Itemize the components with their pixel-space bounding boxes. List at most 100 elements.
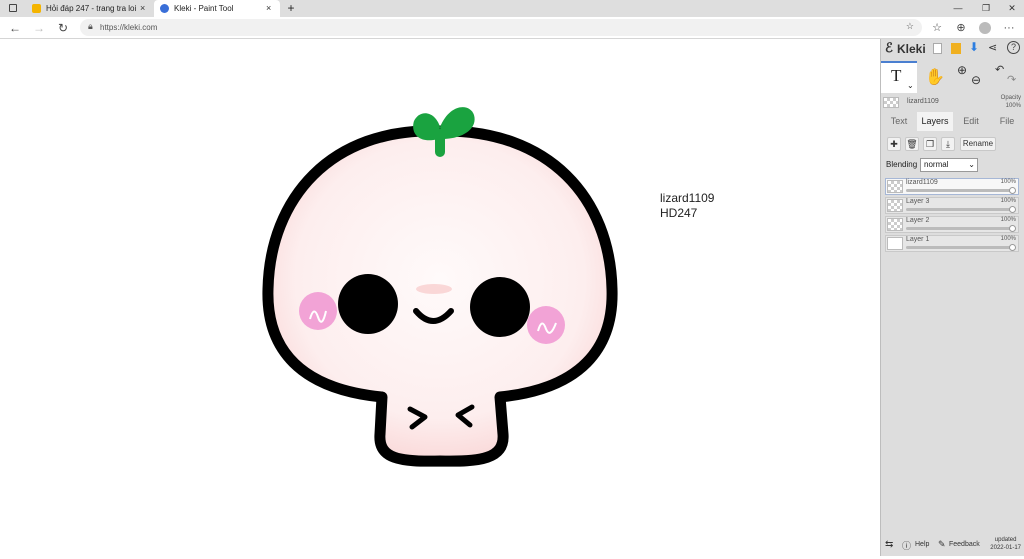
hand-tool-icon[interactable]: ✋: [925, 67, 945, 87]
address-bar[interactable]: 🔒︎ https://kleki.com ☆: [80, 19, 922, 36]
close-tab-icon[interactable]: ×: [266, 0, 271, 17]
blending-label: Blending: [886, 160, 918, 169]
kleki-logo-icon: ℰ: [885, 40, 893, 55]
layer-row[interactable]: Layer 1 100%: [885, 235, 1019, 252]
left-blush: [299, 292, 337, 330]
blending-row: Blending normal ⌄: [881, 158, 1024, 174]
panel-footer: ⇆ ⓘ Help ✎ Feedback updated 2022-01-17: [881, 535, 1024, 556]
redo-icon[interactable]: ↷: [1007, 73, 1016, 86]
rename-layer-button[interactable]: Rename: [960, 137, 996, 151]
share-icon[interactable]: ⋖: [988, 41, 997, 54]
slider-handle[interactable]: [1009, 206, 1016, 213]
layer-opacity-slider[interactable]: [906, 227, 1015, 230]
layer-opacity: 100%: [1000, 217, 1016, 223]
updated-date: 2022-01-17: [990, 545, 1021, 551]
blending-value: normal: [924, 160, 949, 169]
swap-icon[interactable]: ⇆: [885, 539, 893, 550]
chevron-down-icon: ⌄: [907, 81, 914, 90]
new-tab-button[interactable]: +: [284, 0, 298, 17]
tab-kleki[interactable]: Kleki - Paint Tool ×: [154, 0, 280, 17]
new-image-icon[interactable]: [933, 43, 942, 54]
minimize-button[interactable]: —: [944, 0, 972, 17]
layer-opacity: 100%: [1000, 198, 1016, 204]
layer-name: Layer 2: [906, 217, 930, 224]
favorites-icon[interactable]: ☆: [928, 19, 946, 37]
layer-row[interactable]: Layer 3 100%: [885, 197, 1019, 214]
layer-row[interactable]: lizard1109 100%: [885, 178, 1019, 195]
layer-preview-thumb: [883, 97, 899, 108]
tab-title: Kleki - Paint Tool: [174, 4, 234, 13]
tab-actions-button[interactable]: [2, 0, 22, 17]
reload-button[interactable]: ↻: [54, 19, 72, 37]
tab-layers[interactable]: Layers: [917, 112, 953, 131]
layer-opacity-slider[interactable]: [906, 189, 1015, 192]
tab-actions-icon: [9, 4, 17, 12]
layer-opacity-slider[interactable]: [906, 246, 1015, 249]
blending-select[interactable]: normal ⌄: [920, 158, 978, 172]
opacity-label: Opacity: [1000, 95, 1021, 101]
add-layer-button[interactable]: ✚: [887, 137, 901, 151]
layer-opacity: 100%: [1000, 236, 1016, 242]
forward-button[interactable]: →: [30, 19, 48, 37]
text-tool-icon: T: [891, 66, 902, 85]
add-favorite-icon[interactable]: ☆: [906, 21, 914, 32]
tab-edit[interactable]: Edit: [953, 112, 989, 131]
kleki-logo: Kleki: [897, 42, 926, 56]
tab-file[interactable]: File: [989, 112, 1024, 131]
merge-layer-button[interactable]: ⤓: [941, 137, 955, 151]
brush-status-row: lizard1109 Opacity 100%: [881, 95, 1024, 111]
undo-icon[interactable]: ↶: [995, 63, 1004, 76]
canvas-text-line: HD247: [660, 206, 698, 220]
tool-row: T ⌄ ✋ ⊕ ⊖ ↶ ↷: [881, 61, 1024, 93]
help-link[interactable]: Help: [915, 541, 929, 548]
opacity-value: 100%: [1005, 103, 1021, 109]
chevron-down-icon: ⌄: [968, 160, 975, 169]
layer-thumb: [887, 180, 903, 193]
layer-opacity-slider[interactable]: [906, 208, 1015, 211]
save-icon[interactable]: [951, 43, 961, 54]
layer-opacity: 100%: [1000, 179, 1016, 185]
tab-text[interactable]: Text: [881, 112, 917, 131]
browser-tab-bar: Hỏi đáp 247 - trang tra loi × Kleki - Pa…: [0, 0, 1024, 17]
text-tool-button[interactable]: T ⌄: [881, 61, 917, 93]
restore-button[interactable]: ❐: [972, 0, 1000, 17]
help-icon[interactable]: ?: [1007, 41, 1020, 54]
close-window-button[interactable]: ✕: [998, 0, 1024, 17]
opacity-readout: Opacity 100%: [1001, 94, 1021, 110]
canvas-text-line: lizard1109: [660, 191, 715, 205]
updated-label: updated: [994, 537, 1017, 543]
panel-header: ℰ Kleki ⬇ ⋖ ?: [881, 39, 1024, 59]
layer-thumb: [887, 237, 903, 250]
feedback-link[interactable]: Feedback: [949, 541, 980, 548]
left-eye: [338, 274, 398, 334]
close-tab-icon[interactable]: ×: [140, 0, 145, 17]
download-icon[interactable]: ⬇: [969, 40, 979, 54]
tab-title: Hỏi đáp 247 - trang tra loi: [46, 4, 137, 13]
url-text: https://kleki.com: [100, 23, 158, 32]
delete-layer-button[interactable]: 🗑︎: [905, 137, 919, 151]
duplicate-layer-button[interactable]: ❐: [923, 137, 937, 151]
feedback-icon[interactable]: ✎: [938, 539, 946, 550]
tab-hoidap[interactable]: Hỏi đáp 247 - trang tra loi ×: [24, 0, 152, 17]
profile-avatar[interactable]: [976, 19, 994, 37]
layer-row[interactable]: Layer 2 100%: [885, 216, 1019, 233]
layer-thumb: [887, 218, 903, 231]
slider-handle[interactable]: [1009, 244, 1016, 251]
zoom-out-icon[interactable]: ⊖: [971, 73, 981, 87]
layer-name: Layer 1: [906, 236, 930, 243]
panel-tabs: Text Layers Edit File: [881, 112, 1024, 131]
slider-handle[interactable]: [1009, 187, 1016, 194]
back-button[interactable]: ←: [6, 19, 24, 37]
lock-icon: 🔒︎: [88, 21, 93, 31]
layer-name: lizard1109: [906, 179, 938, 186]
collections-icon[interactable]: ⊕: [952, 19, 970, 37]
updated-info: updated 2022-01-17: [990, 536, 1021, 552]
hoidap-favicon-icon: [32, 4, 41, 13]
slider-handle[interactable]: [1009, 225, 1016, 232]
right-blush: [527, 306, 565, 344]
drawing-canvas[interactable]: lizard1109 HD247: [0, 39, 880, 556]
help-circle-icon[interactable]: ⓘ: [902, 539, 911, 552]
zoom-in-icon[interactable]: ⊕: [957, 63, 967, 77]
kleki-favicon-icon: [160, 4, 169, 13]
more-menu-icon[interactable]: ···: [1000, 19, 1018, 37]
